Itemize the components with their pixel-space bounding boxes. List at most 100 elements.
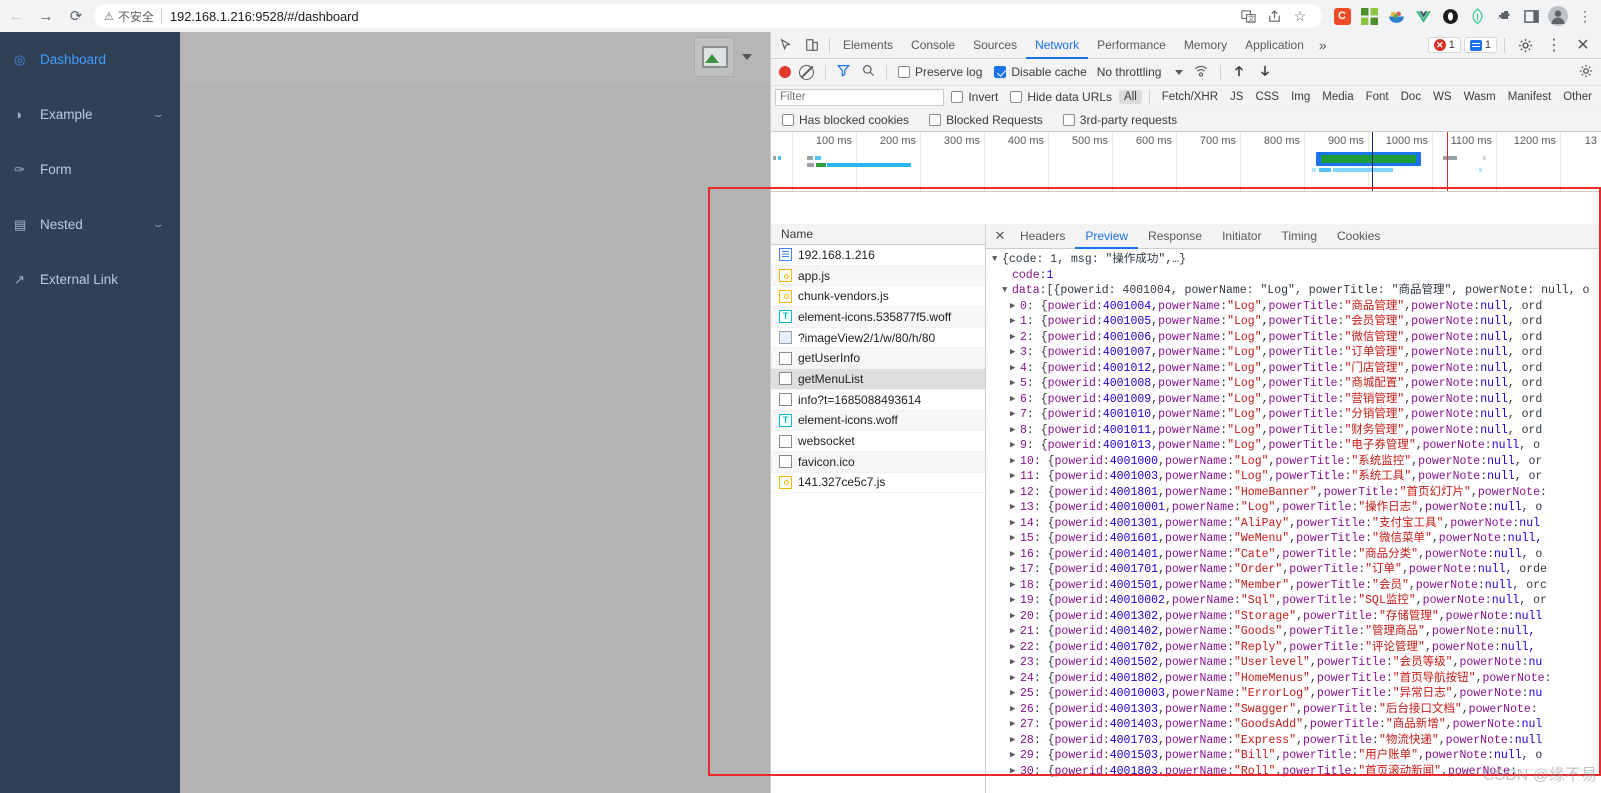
type-filter-media[interactable]: Media — [1317, 90, 1358, 104]
disclosure-triangle-icon[interactable]: ▶ — [1010, 516, 1020, 532]
extensions-puzzle-icon[interactable] — [1492, 4, 1516, 28]
clear-button[interactable] — [799, 64, 814, 80]
json-item-line[interactable]: ▶ 23: {powerid: 4001502, powerName: "User… — [986, 655, 1601, 671]
hide-data-urls-checkbox[interactable]: Hide data URLs — [1005, 90, 1117, 104]
json-item-line[interactable]: ▶ 29: {powerid: 4001503, powerName: "Bill… — [986, 748, 1601, 764]
json-item-line[interactable]: ▶ 11: {powerid: 4001003, powerName: "Log"… — [986, 469, 1601, 485]
table-row[interactable]: Telement-icons.535877f5.woff — [771, 307, 985, 328]
disclosure-triangle-icon[interactable]: ▶ — [1010, 671, 1020, 687]
sidebar-item-example[interactable]: ◑ Example ⌄ — [0, 87, 180, 142]
json-item-line[interactable]: ▶ 30: {powerid: 4001803, powerName: "Roll… — [986, 764, 1601, 780]
disclosure-triangle-icon[interactable]: ▶ — [1010, 345, 1020, 361]
disclosure-triangle-icon[interactable]: ▶ — [1010, 640, 1020, 656]
sidebar-item-form[interactable]: ✑ Form — [0, 142, 180, 197]
reload-button[interactable]: ⟳ — [62, 2, 90, 30]
disclosure-triangle-icon[interactable]: ▶ — [1010, 469, 1020, 485]
disclosure-triangle-icon[interactable]: ▶ — [1010, 562, 1020, 578]
extension-grid-icon[interactable] — [1357, 4, 1381, 28]
address-bar[interactable]: ⚠ 不安全 192.168.1.216:9528/#/dashboard 文 ☆ — [94, 4, 1322, 28]
disclosure-triangle-icon[interactable]: ▶ — [1010, 500, 1020, 516]
json-item-line[interactable]: ▶ 7: {powerid: 4001010, powerName: "Log",… — [986, 407, 1601, 423]
json-item-line[interactable]: ▶ 20: {powerid: 4001302, powerName: "Stor… — [986, 609, 1601, 625]
message-count-badge[interactable]: 1 — [1463, 37, 1497, 53]
json-item-line[interactable]: ▶ 9: {powerid: 4001013, powerName: "Log",… — [986, 438, 1601, 454]
type-filter-doc[interactable]: Doc — [1396, 90, 1426, 104]
json-item-line[interactable]: ▶ 13: {powerid: 40010001, powerName: "Log… — [986, 500, 1601, 516]
disclosure-triangle-icon[interactable]: ▶ — [1010, 361, 1020, 377]
chrome-menu-icon[interactable]: ⋮ — [1573, 4, 1597, 28]
funnel-icon[interactable] — [832, 64, 855, 80]
network-settings-gear-icon[interactable] — [1579, 64, 1597, 81]
table-row[interactable]: 141.327ce5c7.js — [771, 473, 985, 494]
json-item-line[interactable]: ▶ 12: {powerid: 4001801, powerName: "Home… — [986, 485, 1601, 501]
disclosure-triangle-icon[interactable]: ▶ — [1010, 330, 1020, 346]
type-filter-all[interactable]: All — [1119, 90, 1142, 104]
tab-network[interactable]: Network — [1026, 32, 1088, 59]
chevron-down-icon[interactable] — [742, 54, 752, 60]
disclosure-triangle-icon[interactable]: ▶ — [1010, 547, 1020, 563]
type-filter-css[interactable]: CSS — [1250, 90, 1284, 104]
json-item-line[interactable]: ▶ 0: {powerid: 4001004, powerName: "Log",… — [986, 299, 1601, 315]
gear-icon[interactable] — [1512, 33, 1538, 57]
tab-timing[interactable]: Timing — [1271, 224, 1327, 249]
table-row[interactable]: favicon.ico — [771, 451, 985, 473]
json-item-line[interactable]: ▶ 6: {powerid: 4001009, powerName: "Log",… — [986, 392, 1601, 408]
json-item-line[interactable]: ▶ 15: {powerid: 4001601, powerName: "WeMe… — [986, 531, 1601, 547]
sidebar-item-external-link[interactable]: ↗ External Link — [0, 252, 180, 307]
device-toolbar-icon[interactable] — [799, 33, 825, 57]
disclosure-triangle-icon[interactable]: ▼ — [1002, 283, 1012, 299]
table-row[interactable]: app.js — [771, 265, 985, 287]
disable-cache-checkbox[interactable]: Disable cache — [989, 65, 1091, 79]
extension-leaf-icon[interactable] — [1465, 4, 1489, 28]
profile-avatar-icon[interactable] — [1546, 4, 1570, 28]
disclosure-triangle-icon[interactable]: ▼ — [992, 252, 1002, 268]
disclosure-triangle-icon[interactable]: ▶ — [1010, 454, 1020, 470]
table-row[interactable]: getMenuList — [771, 369, 985, 390]
json-item-line[interactable]: ▶ 17: {powerid: 4001701, powerName: "Orde… — [986, 562, 1601, 578]
disclosure-triangle-icon[interactable]: ▶ — [1010, 392, 1020, 408]
json-item-line[interactable]: ▶ 10: {powerid: 4001000, powerName: "Log"… — [986, 454, 1601, 470]
extension-vue-icon[interactable] — [1411, 4, 1435, 28]
json-item-line[interactable]: ▶ 19: {powerid: 40010002, powerName: "Sql… — [986, 593, 1601, 609]
sidebar-item-nested[interactable]: ▤ Nested ⌄ — [0, 197, 180, 252]
more-tabs-icon[interactable]: » — [1313, 37, 1333, 53]
json-item-line[interactable]: ▶ 1: {powerid: 4001005, powerName: "Log",… — [986, 314, 1601, 330]
disclosure-triangle-icon[interactable]: ▶ — [1010, 531, 1020, 547]
bookmark-star-icon[interactable]: ☆ — [1288, 4, 1312, 28]
type-filter-wasm[interactable]: Wasm — [1459, 90, 1501, 104]
disclosure-triangle-icon[interactable]: ▶ — [1010, 717, 1020, 733]
network-overview-timeline[interactable]: 100 ms 200 ms 300 ms 400 ms 500 ms 600 m… — [771, 132, 1601, 192]
disclosure-triangle-icon[interactable]: ▶ — [1010, 733, 1020, 749]
inspect-element-icon[interactable] — [773, 33, 799, 57]
throttling-select[interactable]: No throttling — [1094, 65, 1187, 79]
tab-headers[interactable]: Headers — [1010, 224, 1075, 249]
json-item-line[interactable]: ▶ 22: {powerid: 4001702, powerName: "Repl… — [986, 640, 1601, 656]
table-row[interactable]: ?imageView2/1/w/80/h/80 — [771, 328, 985, 349]
preserve-log-checkbox[interactable]: Preserve log — [893, 65, 987, 79]
tab-performance[interactable]: Performance — [1088, 32, 1175, 59]
tab-application[interactable]: Application — [1236, 32, 1313, 59]
type-filter-font[interactable]: Font — [1361, 90, 1394, 104]
json-item-line[interactable]: ▶ 25: {powerid: 40010003, powerName: "Err… — [986, 686, 1601, 702]
json-item-line[interactable]: ▶ 4: {powerid: 4001012, powerName: "Log",… — [986, 361, 1601, 377]
user-avatar-dropdown[interactable] — [694, 37, 752, 77]
table-row[interactable]: Telement-icons.woff — [771, 410, 985, 432]
disclosure-triangle-icon[interactable]: ▶ — [1010, 593, 1020, 609]
table-row[interactable]: 192.168.1.216 — [771, 245, 985, 266]
tab-elements[interactable]: Elements — [834, 32, 902, 59]
json-item-line[interactable]: ▶ 18: {powerid: 4001501, powerName: "Memb… — [986, 578, 1601, 594]
tab-cookies[interactable]: Cookies — [1327, 224, 1390, 249]
search-icon[interactable] — [857, 64, 880, 80]
close-icon[interactable]: ✕ — [990, 224, 1010, 248]
has-blocked-cookies-checkbox[interactable]: Has blocked cookies — [777, 113, 914, 127]
network-conditions-icon[interactable] — [1188, 64, 1214, 81]
share-icon[interactable] — [1262, 4, 1286, 28]
type-filter-js[interactable]: JS — [1225, 90, 1248, 104]
tab-response[interactable]: Response — [1138, 224, 1212, 249]
json-root-line[interactable]: ▼ {code: 1, msg: "操作成功",…} — [986, 252, 1601, 268]
json-item-line[interactable]: ▶ 14: {powerid: 4001301, powerName: "AliP… — [986, 516, 1601, 532]
json-item-line[interactable]: ▶ 3: {powerid: 4001007, powerName: "Log",… — [986, 345, 1601, 361]
disclosure-triangle-icon[interactable]: ▶ — [1010, 764, 1020, 780]
tab-initiator[interactable]: Initiator — [1212, 224, 1271, 249]
tab-console[interactable]: Console — [902, 32, 964, 59]
